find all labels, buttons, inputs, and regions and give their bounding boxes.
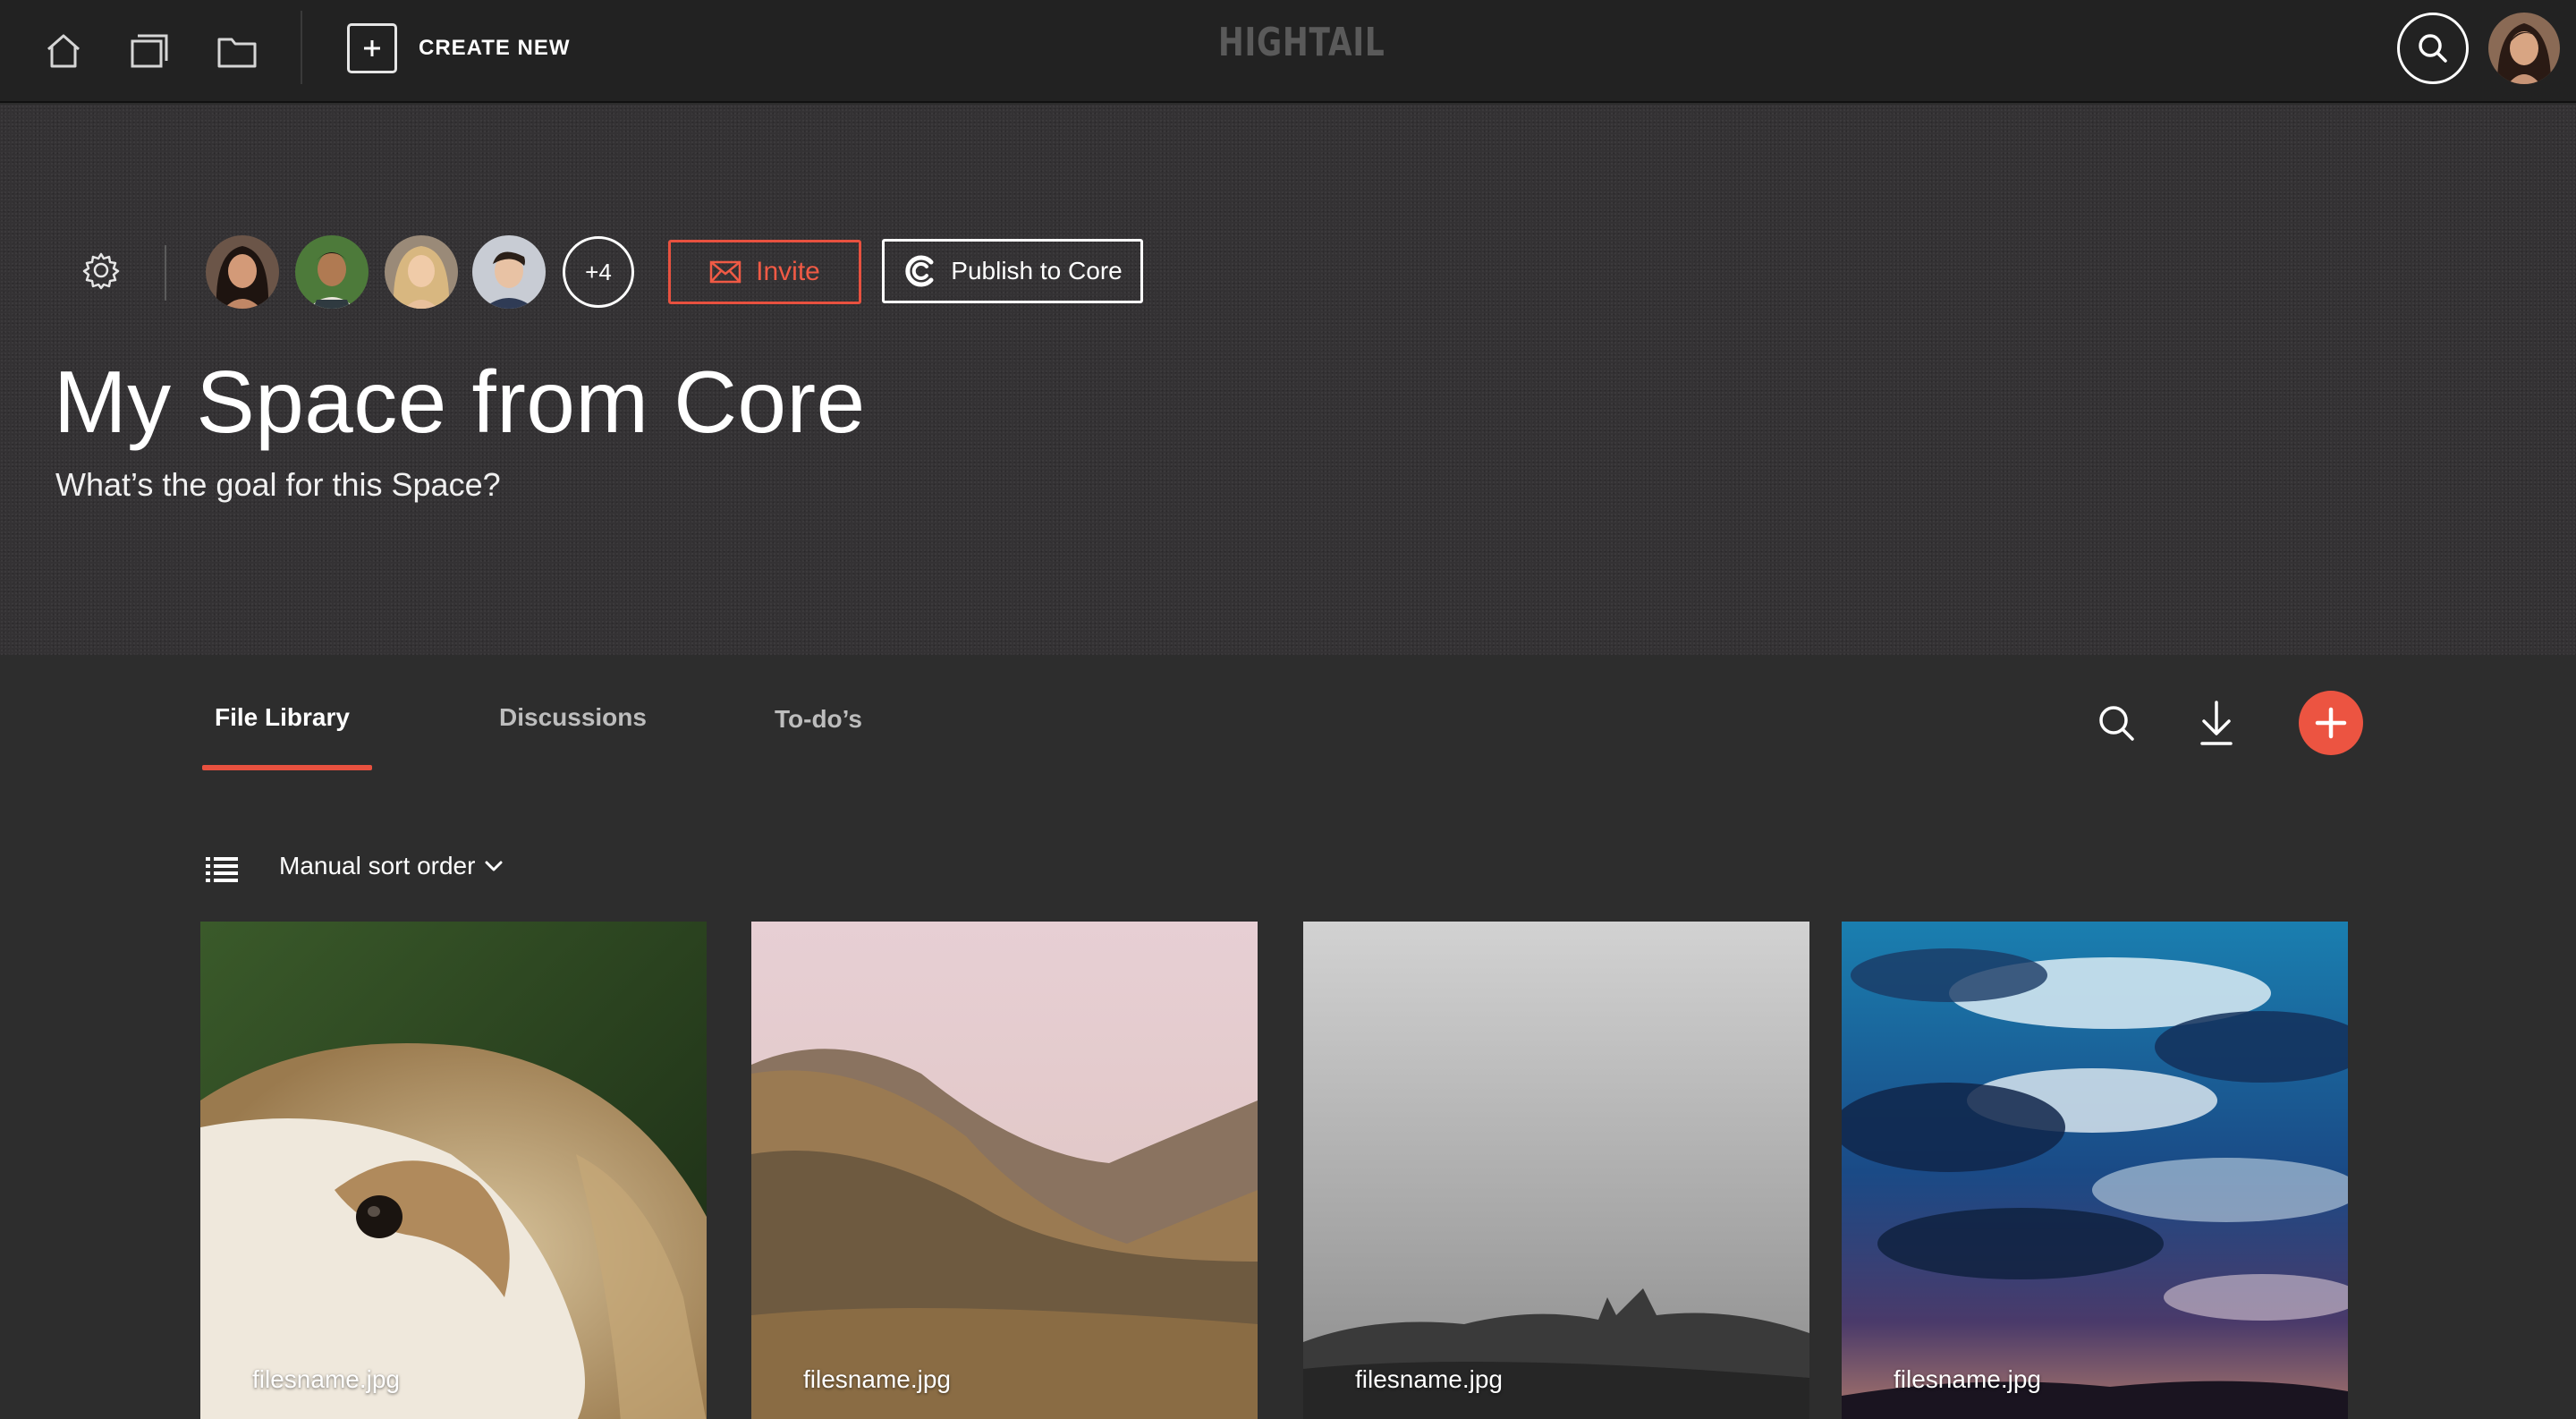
- search-icon[interactable]: [2088, 694, 2145, 752]
- search-icon: [2419, 34, 2447, 63]
- file-thumbnail-fog: [1303, 922, 1809, 1419]
- stacked-windows-icon[interactable]: [123, 25, 175, 77]
- envelope-icon: [709, 260, 741, 284]
- download-icon[interactable]: [2188, 694, 2245, 752]
- nav-divider: [301, 11, 302, 84]
- core-logo-icon: [905, 255, 934, 287]
- file-card[interactable]: filesname.jpg: [751, 922, 1258, 1419]
- chevron-down-icon: [485, 861, 503, 871]
- member-avatar[interactable]: [295, 235, 369, 309]
- tab-file-library[interactable]: File Library: [215, 703, 350, 732]
- create-new-button[interactable]: CREATE NEW: [347, 21, 571, 75]
- member-avatar[interactable]: [385, 235, 458, 309]
- invite-button[interactable]: Invite: [668, 240, 861, 304]
- gear-icon[interactable]: [79, 248, 123, 293]
- brand-logo: HIGHTAIL: [1218, 20, 1385, 65]
- tab-discussions[interactable]: Discussions: [499, 703, 647, 732]
- publish-label: Publish to Core: [951, 257, 1123, 285]
- top-navigation-bar: CREATE NEW HIGHTAIL: [0, 0, 2576, 103]
- search-button[interactable]: [2397, 13, 2469, 84]
- file-thumbnail-sky: [1842, 922, 2348, 1419]
- plus-icon: [2315, 707, 2347, 739]
- file-card[interactable]: filesname.jpg: [200, 922, 707, 1419]
- invite-label: Invite: [756, 257, 820, 286]
- space-header: +4 Invite Publish to Core My Space from …: [0, 105, 2576, 655]
- publish-to-core-button[interactable]: Publish to Core: [882, 239, 1143, 303]
- file-card[interactable]: filesname.jpg: [1303, 922, 1809, 1419]
- member-avatar[interactable]: [206, 235, 279, 309]
- sort-order-dropdown[interactable]: Manual sort order: [279, 852, 504, 880]
- user-avatar[interactable]: [2488, 13, 2560, 84]
- file-thumbnail-valley: [751, 922, 1258, 1419]
- file-card[interactable]: filesname.jpg: [1842, 922, 2348, 1419]
- member-avatar[interactable]: [472, 235, 546, 309]
- tab-todos[interactable]: To-do’s: [775, 705, 862, 734]
- header-divider: [165, 245, 166, 301]
- file-name: filesname.jpg: [803, 1365, 951, 1393]
- file-thumbnail-owl: [200, 922, 707, 1419]
- plus-icon: [347, 23, 397, 73]
- file-name: filesname.jpg: [252, 1365, 400, 1393]
- more-members-button[interactable]: +4: [563, 236, 634, 308]
- sort-order-label: Manual sort order: [279, 852, 476, 879]
- space-goal-field[interactable]: What’s the goal for this Space?: [55, 466, 501, 504]
- folder-icon[interactable]: [211, 25, 263, 77]
- file-name: filesname.jpg: [1355, 1365, 1503, 1393]
- list-view-icon[interactable]: [204, 854, 240, 886]
- home-icon[interactable]: [38, 25, 89, 77]
- create-new-label: CREATE NEW: [419, 36, 571, 60]
- space-title[interactable]: My Space from Core: [54, 352, 866, 453]
- active-tab-indicator: [202, 765, 372, 770]
- file-name: filesname.jpg: [1894, 1365, 2041, 1393]
- add-file-button[interactable]: [2299, 691, 2363, 755]
